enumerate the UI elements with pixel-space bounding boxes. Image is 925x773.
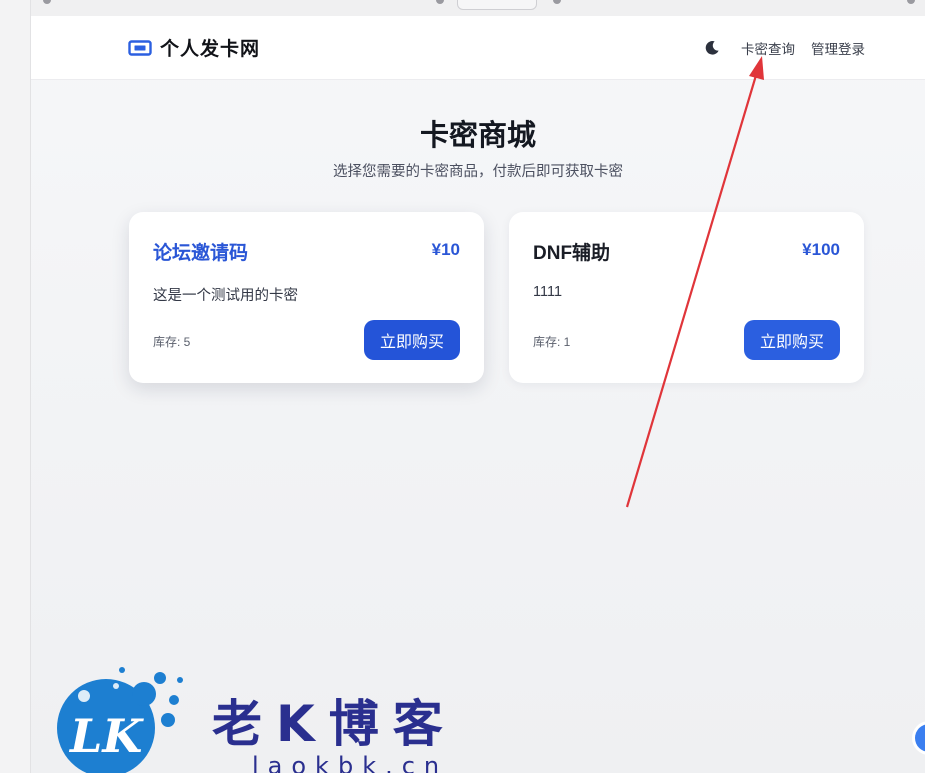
moon-icon[interactable] xyxy=(703,39,721,57)
product-price: ¥10 xyxy=(431,240,460,259)
product-card[interactable]: DNF辅助 ¥100 1111 库存: 1 立即购买 xyxy=(509,212,864,383)
browser-strip-mark xyxy=(43,0,51,4)
watermark-logo: LK xyxy=(57,667,183,773)
watermark: LK 老K博客 laokbk.cn xyxy=(56,666,496,773)
browser-top-strip xyxy=(31,0,925,16)
browser-left-gutter xyxy=(0,0,31,773)
browser-strip-mark xyxy=(436,0,444,4)
nav-right: 卡密查询 管理登录 xyxy=(703,38,865,58)
watermark-name: 老K博客 xyxy=(212,695,457,753)
product-price: ¥100 xyxy=(802,240,840,259)
nav-link-card-query[interactable]: 卡密查询 xyxy=(741,38,795,58)
buy-now-button[interactable]: 立即购买 xyxy=(744,320,840,360)
brand[interactable]: 个人发卡网 xyxy=(128,34,260,61)
page-content: 个人发卡网 卡密查询 管理登录 卡密商城 选择您需要的卡密商品，付款后即可获取卡… xyxy=(31,16,925,773)
watermark-url: laokbk.cn xyxy=(252,752,449,773)
page-subtitle: 选择您需要的卡密商品，付款后即可获取卡密 xyxy=(333,164,623,180)
brand-name: 个人发卡网 xyxy=(160,39,261,60)
product-name: DNF辅助 xyxy=(533,243,611,264)
product-stock: 库存: 1 xyxy=(533,335,571,349)
product-stock: 库存: 5 xyxy=(153,335,191,349)
nav-link-admin-login[interactable]: 管理登录 xyxy=(811,38,865,58)
browser-strip-mark xyxy=(553,0,561,4)
page-title: 卡密商城 xyxy=(419,120,536,152)
browser-strip-mark xyxy=(907,0,915,4)
product-card[interactable]: 论坛邀请码 ¥10 这是一个测试用的卡密 库存: 5 立即购买 xyxy=(129,212,484,383)
buy-now-button[interactable]: 立即购买 xyxy=(364,320,460,360)
watermark-logo-text: LK xyxy=(68,709,144,763)
ticket-icon xyxy=(128,36,152,60)
product-description: 这是一个测试用的卡密 xyxy=(153,288,298,304)
top-navbar: 个人发卡网 卡密查询 管理登录 xyxy=(31,16,925,80)
browser-address-pill[interactable] xyxy=(457,0,537,10)
product-name: 论坛邀请码 xyxy=(153,243,249,264)
product-description: 1111 xyxy=(533,284,563,300)
